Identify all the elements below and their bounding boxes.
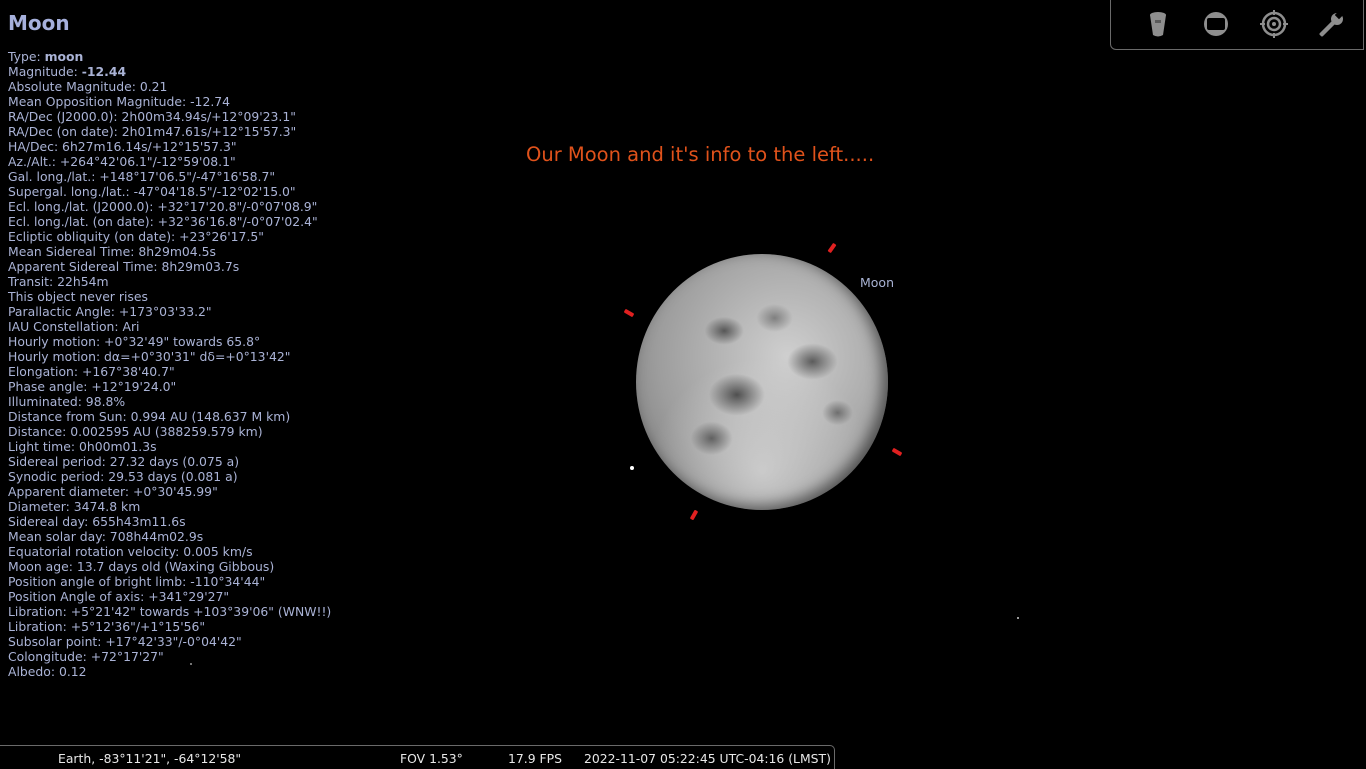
star[interactable] [1017, 617, 1019, 619]
selection-marker-left [623, 308, 635, 318]
info-line: Ecl. long./lat. (J2000.0): +32°17'20.8"/… [8, 199, 318, 214]
info-line: Distance: 0.002595 AU (388259.579 km) [8, 424, 263, 439]
telescope-icon [1150, 12, 1166, 37]
info-line: RA/Dec (J2000.0): 2h00m34.94s/+12°09'23.… [8, 109, 296, 124]
ocular-icon [1204, 12, 1228, 36]
info-line: Apparent diameter: +0°30'45.99" [8, 484, 218, 499]
info-line: Libration: +5°21'42" towards +103°39'06"… [8, 604, 332, 619]
info-line: Elongation: +167°38'40.7" [8, 364, 175, 379]
configuration-button[interactable] [1317, 9, 1347, 39]
fps-status: 17.9 FPS [508, 751, 562, 766]
datetime-status[interactable]: 2022-11-07 05:22:45 UTC-04:16 (LMST) [584, 751, 831, 766]
info-line-label: Magnitude: [8, 64, 82, 79]
info-line: Absolute Magnitude: 0.21 [8, 79, 168, 94]
info-line: RA/Dec (on date): 2h01m47.61s/+12°15'57.… [8, 124, 297, 139]
info-line: Position Angle of axis: +341°29'27" [8, 589, 230, 604]
info-line: Position angle of bright limb: -110°34'4… [8, 574, 266, 589]
info-line: Ecliptic obliquity (on date): +23°26'17.… [8, 229, 264, 244]
info-line: Illuminated: 98.8% [8, 394, 126, 409]
info-line: Az./Alt.: +264°42'06.1"/-12°59'08.1" [8, 154, 236, 169]
location-status[interactable]: Earth, -83°11'21", -64°12'58" [58, 751, 241, 766]
selection-marker-top [827, 242, 837, 254]
info-line: Parallactic Angle: +173°03'33.2" [8, 304, 212, 319]
info-line-value: moon [44, 49, 84, 64]
sensor-icon [1260, 10, 1288, 38]
selection-marker-bottom [689, 509, 699, 521]
info-line: Diameter: 3474.8 km [8, 499, 141, 514]
info-line: Colongitude: +72°17'27" [8, 649, 164, 664]
info-line: Supergal. long./lat.: -47°04'18.5"/-12°0… [8, 184, 296, 199]
moon-disc[interactable] [636, 254, 888, 510]
info-line: Mean solar day: 708h44m02.9s [8, 529, 204, 544]
telescope-button[interactable] [1143, 9, 1173, 39]
star[interactable] [630, 466, 634, 470]
info-line: Hourly motion: dα=+0°30'31" dδ=+0°13'42" [8, 349, 291, 364]
info-line: Phase angle: +12°19'24.0" [8, 379, 177, 394]
info-line: Mean Sidereal Time: 8h29m04.5s [8, 244, 216, 259]
fov-status: FOV 1.53° [400, 751, 463, 766]
info-line: Sidereal period: 27.32 days (0.075 a) [8, 454, 240, 469]
info-line: Ecl. long./lat. (on date): +32°36'16.8"/… [8, 214, 318, 229]
info-line: Transit: 22h54m [8, 274, 109, 289]
info-line: Magnitude: -12.44 [8, 64, 368, 79]
bottom-status-bar: Earth, -83°11'21", -64°12'58" FOV 1.53° … [0, 745, 835, 769]
star[interactable] [190, 663, 192, 665]
info-line: Gal. long./lat.: +148°17'06.5"/-47°16'58… [8, 169, 276, 184]
object-title: Moon [8, 11, 70, 35]
info-line: IAU Constellation: Ari [8, 319, 140, 334]
info-line: HA/Dec: 6h27m16.14s/+12°15'57.3" [8, 139, 237, 154]
info-line: Subsolar point: +17°42'33"/-0°04'42" [8, 634, 242, 649]
selection-marker-right [891, 447, 903, 457]
info-line: Mean Opposition Magnitude: -12.74 [8, 94, 231, 109]
info-line: Sidereal day: 655h43m11.6s [8, 514, 186, 529]
wrench-icon [1319, 10, 1344, 37]
info-line: Distance from Sun: 0.994 AU (148.637 M k… [8, 409, 291, 424]
info-line: Apparent Sidereal Time: 8h29m03.7s [8, 259, 240, 274]
top-right-toolbar [1110, 0, 1364, 50]
info-line: Type: moon [8, 49, 368, 64]
info-line-label: Type: [8, 49, 45, 64]
info-line: Libration: +5°12'36"/+1°15'56" [8, 619, 206, 634]
custom-annotation: Our Moon and it's info to the left..... [526, 143, 875, 166]
moon-label: Moon [860, 275, 895, 290]
info-line: Equatorial rotation velocity: 0.005 km/s [8, 544, 253, 559]
info-line: Hourly motion: +0°32'49" towards 65.8° [8, 334, 261, 349]
ocular-button[interactable] [1201, 9, 1231, 39]
object-info-lines: Type: moon Magnitude: -12.44 Absolute Magn… [8, 49, 368, 679]
info-line: Albedo: 0.12 [8, 664, 87, 679]
info-line-value: -12.44 [81, 64, 127, 79]
sensor-button[interactable] [1259, 9, 1289, 39]
info-line: Synodic period: 29.53 days (0.081 a) [8, 469, 238, 484]
info-line: Light time: 0h00m01.3s [8, 439, 157, 454]
info-line: Moon age: 13.7 days old (Waxing Gibbous) [8, 559, 275, 574]
info-line: This object never rises [8, 289, 148, 304]
